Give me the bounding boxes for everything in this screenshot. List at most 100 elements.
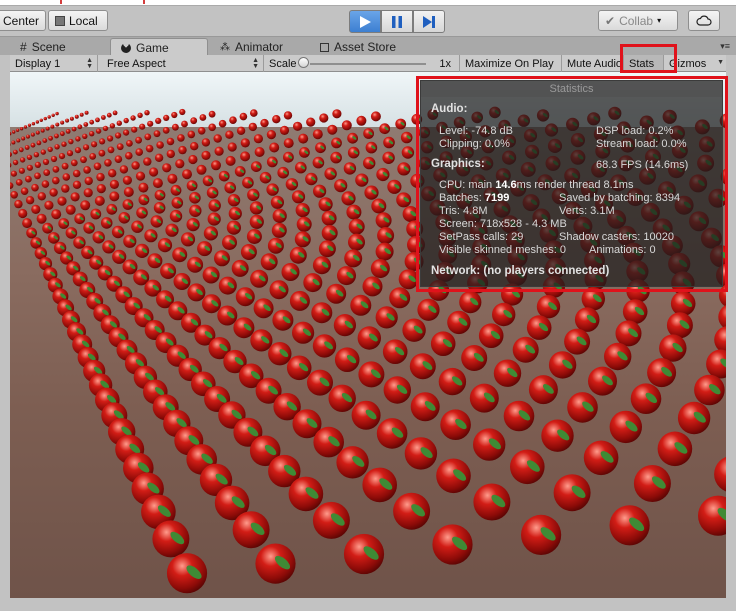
apple bbox=[347, 146, 360, 159]
apple bbox=[25, 175, 32, 183]
collab-dropdown[interactable]: ✔ Collab ▾ bbox=[598, 10, 678, 31]
apple bbox=[337, 266, 356, 286]
apple bbox=[36, 213, 47, 224]
aspect-select[interactable]: Free Aspect ▲ ▼ bbox=[102, 55, 264, 72]
apple bbox=[371, 198, 387, 214]
apple bbox=[292, 321, 315, 344]
apple bbox=[312, 129, 323, 140]
tab-asset-store[interactable]: Asset Store bbox=[310, 38, 420, 56]
network-status: Network: (no players connected) bbox=[431, 265, 610, 277]
animator-icon: ⁂ bbox=[220, 41, 230, 53]
tab-animator[interactable]: ⁂ Animator bbox=[210, 38, 308, 56]
play-button[interactable] bbox=[349, 10, 381, 33]
audio-clipping: Clipping: 0.0% bbox=[439, 138, 510, 150]
display-select[interactable]: Display 1 ▲ ▼ bbox=[10, 55, 98, 72]
apple bbox=[229, 116, 237, 124]
apple bbox=[30, 142, 36, 148]
tab-scene[interactable]: # Scene bbox=[10, 38, 100, 56]
apple bbox=[288, 476, 324, 512]
scale-slider-track[interactable] bbox=[310, 63, 426, 65]
apple bbox=[510, 449, 545, 485]
cloud-button[interactable] bbox=[688, 10, 720, 31]
apple bbox=[48, 135, 53, 141]
apple bbox=[312, 501, 350, 539]
apple bbox=[382, 339, 408, 365]
gizmos-dropdown[interactable]: Gizmos ▼ bbox=[664, 55, 726, 72]
pivot-center-button[interactable]: Center bbox=[0, 10, 46, 31]
apple bbox=[250, 109, 258, 117]
apple bbox=[306, 117, 316, 127]
editor-tab-bar: # Scene Game ⁂ Animator Asset Store ▾≡ bbox=[0, 36, 736, 56]
local-global-button[interactable]: Local bbox=[48, 10, 108, 31]
apple bbox=[202, 175, 214, 187]
apple bbox=[190, 117, 198, 125]
apple bbox=[169, 209, 183, 223]
apple bbox=[478, 323, 504, 348]
apple bbox=[375, 212, 392, 229]
apple bbox=[604, 342, 632, 371]
maximize-on-play-toggle[interactable]: Maximize On Play bbox=[460, 55, 562, 72]
apple bbox=[188, 154, 198, 165]
apple bbox=[436, 458, 471, 494]
step-button[interactable] bbox=[413, 10, 445, 33]
scale-slider-knob[interactable] bbox=[298, 57, 309, 68]
apple bbox=[42, 222, 53, 234]
hash-icon: # bbox=[20, 40, 27, 54]
apple bbox=[165, 223, 179, 237]
apple bbox=[122, 175, 132, 185]
apple bbox=[74, 213, 86, 225]
apple bbox=[181, 120, 188, 128]
apple bbox=[58, 153, 66, 160]
mute-audio-toggle[interactable]: Mute Audio bbox=[562, 55, 624, 72]
apple bbox=[163, 114, 170, 121]
apple bbox=[100, 217, 113, 229]
tab-menu-icon[interactable]: ▾≡ bbox=[720, 41, 730, 52]
apple bbox=[234, 166, 246, 177]
apple bbox=[93, 162, 102, 171]
apple bbox=[240, 244, 257, 260]
apple bbox=[615, 320, 642, 347]
apple bbox=[156, 141, 164, 149]
apple bbox=[248, 122, 257, 132]
apple bbox=[55, 111, 59, 116]
apple bbox=[72, 169, 81, 178]
apple bbox=[222, 235, 237, 250]
tab-game[interactable]: Game bbox=[110, 38, 208, 56]
apple bbox=[116, 143, 124, 151]
apple bbox=[376, 418, 408, 449]
apple bbox=[83, 188, 93, 198]
apple bbox=[343, 162, 357, 175]
display-label: Display 1 bbox=[15, 57, 61, 70]
apple bbox=[10, 143, 11, 146]
pause-button[interactable] bbox=[381, 10, 413, 33]
tab-label: Game bbox=[136, 40, 169, 55]
apple bbox=[312, 156, 325, 169]
apple bbox=[289, 246, 307, 264]
apple bbox=[677, 401, 711, 435]
audio-header: Audio: bbox=[431, 103, 468, 115]
apple bbox=[49, 188, 58, 197]
apple bbox=[10, 170, 17, 177]
apple bbox=[115, 132, 122, 139]
local-label: Local bbox=[69, 13, 98, 28]
apple bbox=[396, 192, 412, 208]
apple bbox=[493, 359, 522, 387]
stats-toggle[interactable]: Stats bbox=[624, 55, 664, 72]
apple bbox=[362, 276, 383, 297]
statistics-title: Statistics bbox=[421, 81, 722, 97]
apple bbox=[180, 232, 196, 247]
apple bbox=[298, 133, 309, 144]
apple bbox=[362, 467, 398, 503]
apple bbox=[83, 222, 95, 234]
updown-arrows-icon: ▲ ▼ bbox=[86, 56, 93, 70]
game-view-toolbar: Display 1 ▲ ▼ Free Aspect ▲ ▼ Scale 1x Max… bbox=[10, 55, 726, 72]
apple bbox=[43, 116, 47, 121]
tab-label: Scene bbox=[31, 40, 66, 54]
apple bbox=[136, 207, 148, 219]
apple bbox=[714, 326, 726, 354]
apple bbox=[246, 229, 262, 244]
apple bbox=[217, 305, 238, 326]
apple bbox=[18, 208, 28, 219]
apple bbox=[334, 179, 348, 193]
apple bbox=[65, 204, 76, 215]
